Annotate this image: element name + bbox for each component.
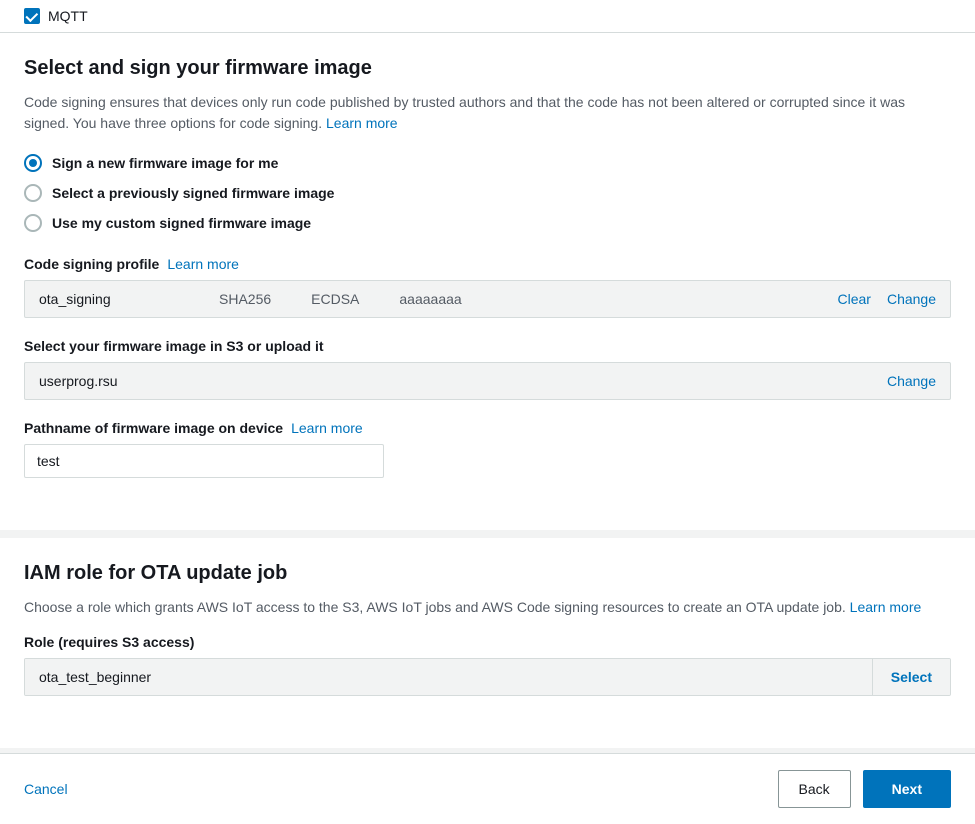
iam-section-title: IAM role for OTA update job bbox=[24, 562, 951, 585]
profile-name: ota_signing bbox=[39, 291, 219, 307]
code-signing-label: Code signing profile bbox=[24, 256, 159, 272]
select-role-button[interactable]: Select bbox=[872, 659, 950, 695]
radio-select-prev[interactable]: Select a previously signed firmware imag… bbox=[24, 184, 951, 202]
footer-right: Back Next bbox=[778, 770, 951, 808]
radio-custom[interactable]: Use my custom signed firmware image bbox=[24, 214, 951, 232]
firmware-section: Select and sign your firmware image Code… bbox=[0, 33, 975, 538]
footer: Cancel Back Next bbox=[0, 753, 975, 824]
role-label: Role (requires S3 access) bbox=[24, 634, 194, 650]
radio-sign-new-label: Sign a new firmware image for me bbox=[52, 155, 278, 171]
radio-group: Sign a new firmware image for me Select … bbox=[24, 154, 951, 232]
code-signing-profile-section: Code signing profile Learn more ota_sign… bbox=[24, 256, 951, 318]
firmware-filename: userprog.rsu bbox=[39, 373, 887, 389]
next-button[interactable]: Next bbox=[863, 770, 951, 808]
role-name: ota_test_beginner bbox=[25, 659, 872, 695]
firmware-row: userprog.rsu Change bbox=[24, 362, 951, 400]
pathname-learn-more[interactable]: Learn more bbox=[291, 420, 363, 436]
iam-description: Choose a role which grants AWS IoT acces… bbox=[24, 597, 951, 618]
role-row: ota_test_beginner Select bbox=[24, 658, 951, 696]
role-field-section: Role (requires S3 access) ota_test_begin… bbox=[24, 634, 951, 696]
firmware-section-title: Select and sign your firmware image bbox=[24, 57, 951, 80]
code-signing-label-row: Code signing profile Learn more bbox=[24, 256, 951, 272]
radio-custom-label: Use my custom signed firmware image bbox=[52, 215, 311, 231]
profile-actions: Clear Change bbox=[837, 291, 936, 307]
back-button[interactable]: Back bbox=[778, 770, 851, 808]
firmware-description: Code signing ensures that devices only r… bbox=[24, 92, 951, 134]
profile-row: ota_signing SHA256 ECDSA aaaaaaaa Clear … bbox=[24, 280, 951, 318]
firmware-image-label: Select your firmware image in S3 or uplo… bbox=[24, 338, 324, 354]
pathname-input[interactable] bbox=[24, 444, 384, 478]
mqtt-label: MQTT bbox=[48, 8, 88, 24]
radio-custom-circle[interactable] bbox=[24, 214, 42, 232]
code-signing-learn-more[interactable]: Learn more bbox=[167, 256, 239, 272]
pathname-section: Pathname of firmware image on device Lea… bbox=[24, 420, 951, 478]
profile-encryption: ECDSA bbox=[311, 291, 359, 307]
mqtt-checkbox[interactable] bbox=[24, 8, 40, 24]
pathname-label-row: Pathname of firmware image on device Lea… bbox=[24, 420, 951, 436]
radio-sign-new[interactable]: Sign a new firmware image for me bbox=[24, 154, 951, 172]
radio-sign-new-dot bbox=[29, 159, 37, 167]
top-bar: MQTT bbox=[0, 0, 975, 33]
iam-learn-more-link[interactable]: Learn more bbox=[850, 599, 922, 615]
clear-profile-link[interactable]: Clear bbox=[837, 291, 870, 307]
change-firmware-link[interactable]: Change bbox=[887, 373, 936, 389]
change-profile-link[interactable]: Change bbox=[887, 291, 936, 307]
firmware-learn-more-link[interactable]: Learn more bbox=[326, 115, 398, 131]
radio-select-prev-label: Select a previously signed firmware imag… bbox=[52, 185, 334, 201]
role-label-row: Role (requires S3 access) bbox=[24, 634, 951, 650]
pathname-label: Pathname of firmware image on device bbox=[24, 420, 283, 436]
firmware-image-section: Select your firmware image in S3 or uplo… bbox=[24, 338, 951, 400]
profile-meta: SHA256 ECDSA aaaaaaaa bbox=[219, 291, 837, 307]
iam-section: IAM role for OTA update job Choose a rol… bbox=[0, 538, 975, 748]
radio-select-prev-circle[interactable] bbox=[24, 184, 42, 202]
radio-sign-new-circle[interactable] bbox=[24, 154, 42, 172]
firmware-image-label-row: Select your firmware image in S3 or uplo… bbox=[24, 338, 951, 354]
profile-algorithm: SHA256 bbox=[219, 291, 271, 307]
cancel-link[interactable]: Cancel bbox=[24, 781, 68, 797]
profile-id: aaaaaaaa bbox=[399, 291, 461, 307]
